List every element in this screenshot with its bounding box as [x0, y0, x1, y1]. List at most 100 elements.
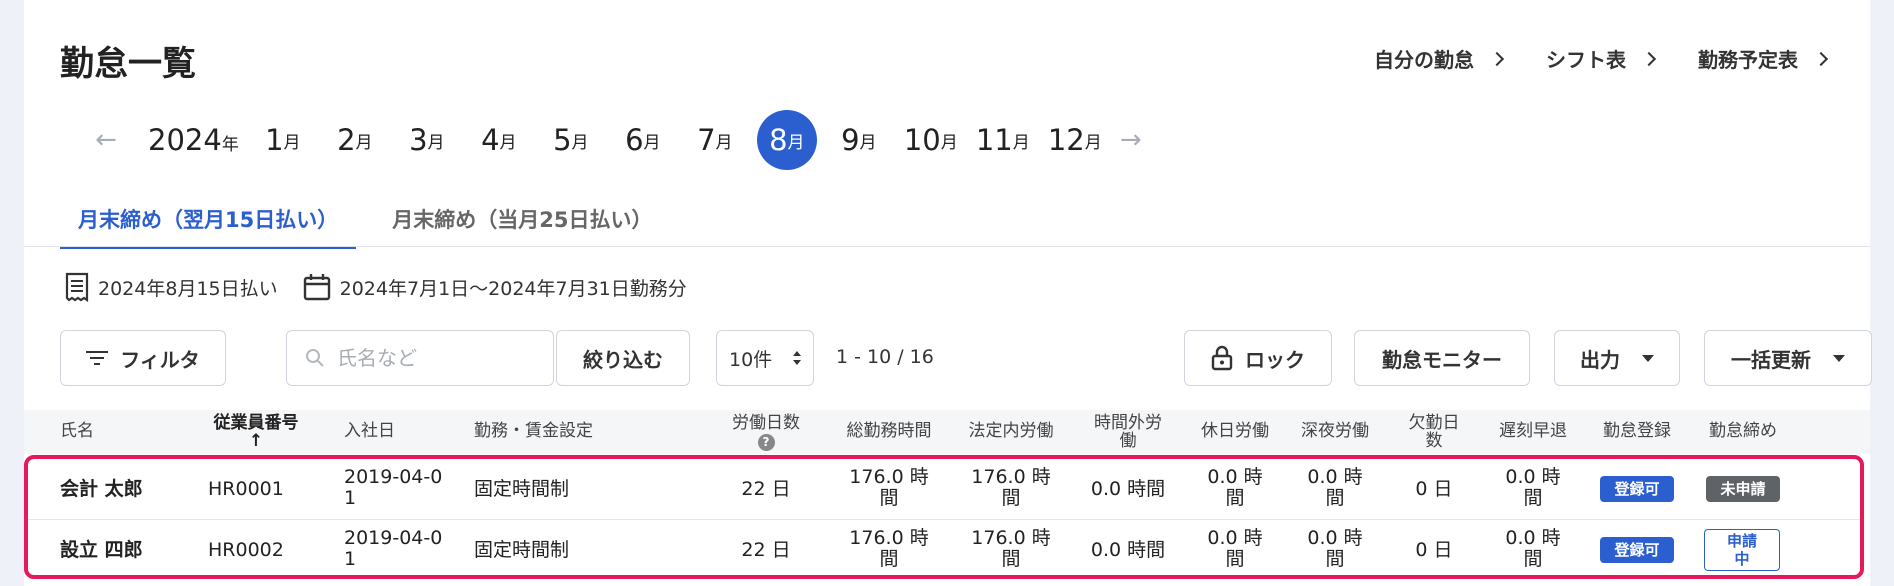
- month-5[interactable]: 5月: [535, 110, 607, 170]
- month-2[interactable]: 2月: [319, 110, 391, 170]
- cell-late: 0.0 時間: [1488, 467, 1578, 509]
- closing-status-line1: 申請: [1726, 532, 1757, 550]
- month-number: 2: [337, 123, 356, 157]
- bulk-update-button[interactable]: 一括更新: [1704, 330, 1872, 386]
- month-number: 1: [265, 123, 284, 157]
- month-unit: 月: [355, 132, 373, 153]
- col-name[interactable]: 氏名: [60, 422, 94, 440]
- cell-absent: 0 日: [1415, 478, 1453, 500]
- closing-status-line1: 未申請: [1720, 480, 1766, 498]
- cell-work-setting: 固定時間制: [474, 539, 570, 561]
- link-shift-table[interactable]: シフト表: [1546, 44, 1660, 73]
- month-number: 5: [553, 123, 572, 157]
- month-10[interactable]: 10 月: [895, 110, 967, 170]
- prev-arrow-icon[interactable]: ←: [86, 125, 126, 155]
- col-legal-hours[interactable]: 法定内労働: [956, 422, 1066, 440]
- col-emp-no-label: 従業員番号: [213, 413, 299, 433]
- tab-month-end-15th[interactable]: 月末締め（翌月15日払い）: [60, 204, 357, 249]
- month-unit: 月: [571, 132, 589, 153]
- month-11[interactable]: 11 月: [967, 110, 1039, 170]
- month-6[interactable]: 6月: [607, 110, 679, 170]
- month-1[interactable]: 1月: [247, 110, 319, 170]
- chevron-right-icon: [1813, 51, 1829, 66]
- cell-total-hours-line1: 176.0 時: [849, 527, 929, 549]
- lock-button[interactable]: ロック: [1184, 330, 1332, 386]
- table-row[interactable]: 会計 太郎 HR0001 2019-04-0 1 固定時間制 22 日 176.0…: [28, 459, 1860, 519]
- next-arrow-icon[interactable]: →: [1111, 125, 1151, 155]
- cell-name[interactable]: 設立 四郎: [60, 540, 143, 561]
- col-emp-no[interactable]: 従業員番号 ↑: [208, 414, 304, 450]
- col-late[interactable]: 遅刻早退: [1488, 422, 1578, 440]
- closing-status-badge[interactable]: 申請中: [1704, 529, 1780, 571]
- cell-total-hours: 176.0 時間: [834, 528, 944, 570]
- col-work-days[interactable]: 労働日数 ?: [720, 414, 812, 451]
- top-links: 自分の勤怠 シフト表 勤務予定表: [1374, 44, 1832, 73]
- chevron-right-icon: [1489, 51, 1505, 66]
- cell-legal-hours: 176.0 時間: [956, 467, 1066, 509]
- month-8-selected[interactable]: 8月: [756, 110, 817, 170]
- cell-legal-hours: 176.0 時間: [956, 528, 1066, 570]
- search-input[interactable]: [337, 346, 537, 370]
- month-3[interactable]: 3月: [391, 110, 463, 170]
- filter-button[interactable]: フィルタ: [60, 330, 226, 386]
- month-unit: 月: [499, 132, 517, 153]
- output-button[interactable]: 出力: [1554, 330, 1680, 386]
- month-unit: 月: [427, 132, 445, 153]
- closing-status-badge[interactable]: 未申請: [1706, 476, 1780, 502]
- col-total-hours[interactable]: 総勤務時間: [834, 422, 944, 440]
- tab-month-end-25th[interactable]: 月末締め（当月25日払い）: [374, 204, 670, 249]
- search-box: [286, 330, 554, 386]
- lock-icon: [1211, 345, 1233, 371]
- cell-holiday-line1: 0.0 時: [1207, 527, 1263, 549]
- col-absent-line2: 数: [1425, 431, 1443, 451]
- cell-holiday: 0.0 時間: [1190, 528, 1280, 570]
- help-icon[interactable]: ?: [757, 434, 775, 451]
- col-work-setting[interactable]: 勤務・賃金設定: [474, 422, 593, 440]
- caret-down-icon: [1833, 354, 1845, 362]
- month-7[interactable]: 7月: [679, 110, 751, 170]
- table-row[interactable]: 設立 四郎 HR0002 2019-04-0 1 固定時間制 22 日 176.0…: [28, 519, 1860, 579]
- month-unit: 月: [1084, 132, 1102, 153]
- cell-work-days: 22 日: [741, 539, 791, 561]
- col-registration[interactable]: 勤怠登録: [1592, 422, 1682, 440]
- col-holiday[interactable]: 休日労働: [1190, 422, 1280, 440]
- month-unit: 月: [643, 132, 661, 153]
- cell-total-hours-line1: 176.0 時: [849, 466, 929, 488]
- month-number: 7: [697, 123, 716, 157]
- col-overtime[interactable]: 時間外労 働: [1082, 414, 1174, 450]
- link-my-attendance[interactable]: 自分の勤怠: [1374, 44, 1508, 73]
- cell-late-line2: 間: [1523, 548, 1543, 570]
- monitor-button[interactable]: 勤怠モニター: [1354, 330, 1530, 386]
- month-number: 3: [409, 123, 428, 157]
- col-absent-line1: 欠勤日: [1408, 413, 1460, 433]
- month-12[interactable]: 12 月: [1039, 110, 1111, 170]
- sort-updown-icon: [793, 351, 801, 365]
- registration-badge[interactable]: 登録可: [1600, 537, 1674, 563]
- month-number: 6: [625, 123, 644, 157]
- closing-status-line2: 中: [1734, 550, 1750, 568]
- col-night[interactable]: 深夜労働: [1290, 422, 1380, 440]
- cell-night: 0.0 時間: [1290, 528, 1380, 570]
- pagination-info: 1 - 10 / 16: [836, 346, 934, 368]
- cell-join-date-line1: 2019-04-0: [344, 466, 443, 488]
- work-period: 2024年7月1日～2024年7月31日勤務分: [339, 277, 687, 300]
- month-9[interactable]: 9月: [823, 110, 895, 170]
- per-page-select[interactable]: 10件: [716, 330, 814, 386]
- cell-late-line1: 0.0 時: [1505, 466, 1561, 488]
- month-number: 10: [903, 123, 941, 157]
- closing-tabs: 月末締め（翌月15日払い） 月末締め（当月25日払い）: [60, 204, 670, 249]
- col-closing[interactable]: 勤怠締め: [1698, 422, 1788, 440]
- output-label: 出力: [1580, 347, 1620, 372]
- link-work-schedule[interactable]: 勤務予定表: [1698, 44, 1832, 73]
- registration-badge[interactable]: 登録可: [1600, 476, 1674, 502]
- month-4[interactable]: 4月: [463, 110, 535, 170]
- filter-label: フィルタ: [120, 347, 200, 372]
- narrow-button[interactable]: 絞り込む: [556, 330, 690, 386]
- filter-icon: [86, 351, 109, 365]
- cell-name[interactable]: 会計 太郎: [60, 479, 143, 500]
- col-absent[interactable]: 欠勤日 数: [1398, 414, 1470, 450]
- col-join-date[interactable]: 入社日: [344, 422, 395, 440]
- cell-night-line2: 間: [1325, 548, 1345, 570]
- cell-holiday-line1: 0.0 時: [1207, 466, 1263, 488]
- tab-divider: [24, 246, 1870, 247]
